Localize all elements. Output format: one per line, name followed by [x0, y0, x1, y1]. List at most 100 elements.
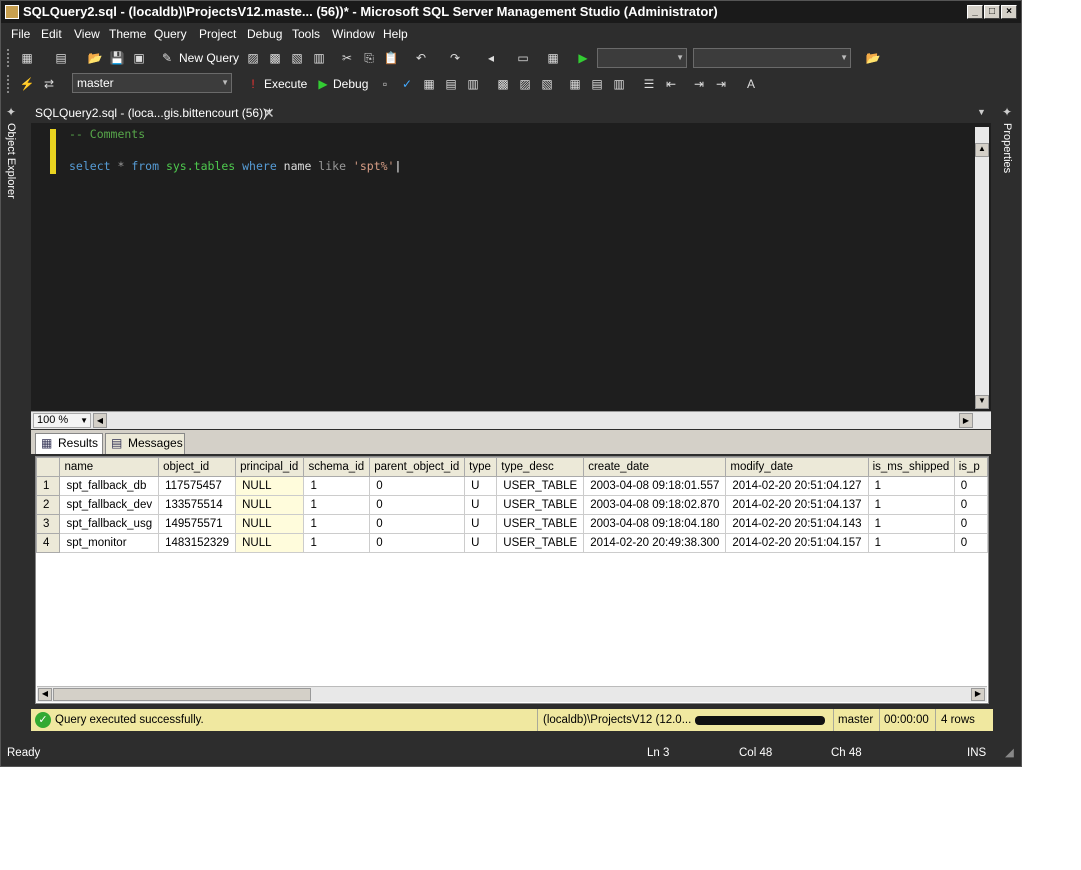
- include-plan-icon[interactable]: ▩: [495, 76, 511, 92]
- row-number[interactable]: 3: [36, 514, 61, 534]
- cell[interactable]: NULL: [235, 495, 305, 515]
- results-text-icon[interactable]: ▧: [539, 76, 555, 92]
- query-designer-icon[interactable]: ▤: [443, 76, 459, 92]
- menu-view[interactable]: View: [74, 27, 100, 41]
- db-engine-query-icon[interactable]: ▨: [245, 50, 261, 66]
- cell[interactable]: NULL: [235, 533, 305, 553]
- menu-query[interactable]: Query: [154, 27, 187, 41]
- table-row[interactable]: 3 spt_fallback_usg 149575571 NULL 1 0 U …: [36, 514, 988, 534]
- row-number[interactable]: 4: [36, 533, 61, 553]
- cell[interactable]: 117575457: [158, 476, 237, 496]
- menu-file[interactable]: File: [11, 27, 30, 41]
- xmla-query-icon[interactable]: ▥: [311, 50, 327, 66]
- close-button[interactable]: ×: [1001, 5, 1017, 19]
- col-header[interactable]: schema_id: [303, 457, 371, 477]
- cell[interactable]: 2014-02-20 20:51:04.143: [725, 514, 869, 534]
- menu-tools[interactable]: Tools: [292, 27, 320, 41]
- cell[interactable]: 0: [369, 533, 466, 553]
- table-row[interactable]: 1 spt_fallback_db 117575457 NULL 1 0 U U…: [36, 476, 988, 496]
- cell[interactable]: 1483152329: [158, 533, 237, 553]
- toolbar-grip[interactable]: [7, 75, 11, 93]
- cell[interactable]: 1: [867, 514, 955, 534]
- mdx-query-icon[interactable]: ▧: [289, 50, 305, 66]
- cell[interactable]: 1: [867, 533, 955, 553]
- cell[interactable]: spt_fallback_dev: [59, 495, 160, 515]
- cell[interactable]: 2014-02-20 20:49:38.300: [583, 533, 727, 553]
- cancel-query-icon[interactable]: ▫: [377, 76, 393, 92]
- query-editor[interactable]: -- Comments select * from sys.tables whe…: [31, 123, 991, 411]
- new-query-button[interactable]: New Query: [179, 51, 239, 65]
- cell[interactable]: 2014-02-20 20:51:04.137: [725, 495, 869, 515]
- col-header[interactable]: type: [464, 457, 498, 477]
- analysis-query-icon[interactable]: ▩: [267, 50, 283, 66]
- display-plan-icon[interactable]: ▦: [421, 76, 437, 92]
- toolbar-overflow-icon[interactable]: A: [743, 76, 759, 92]
- menu-theme[interactable]: Theme: [109, 27, 146, 41]
- copy-icon[interactable]: ⎘: [361, 50, 377, 66]
- execute-button[interactable]: Execute: [264, 77, 307, 91]
- col-header[interactable]: is_p: [953, 457, 988, 477]
- debug-icon[interactable]: ▶: [315, 76, 331, 92]
- open-file-icon[interactable]: 📂: [87, 50, 103, 66]
- cell[interactable]: 1: [303, 495, 371, 515]
- cell[interactable]: USER_TABLE: [496, 533, 585, 553]
- tab-dropdown-icon[interactable]: ▼: [977, 107, 986, 117]
- menu-window[interactable]: Window: [332, 27, 375, 41]
- scroll-thumb[interactable]: [53, 688, 311, 701]
- cell[interactable]: USER_TABLE: [496, 476, 585, 496]
- results-to-icon[interactable]: ▥: [465, 76, 481, 92]
- cell[interactable]: 1: [867, 476, 955, 496]
- cell[interactable]: spt_monitor: [59, 533, 160, 553]
- cell[interactable]: USER_TABLE: [496, 514, 585, 534]
- col-header[interactable]: principal_id: [235, 457, 305, 477]
- change-connection-icon[interactable]: ⇄: [41, 76, 57, 92]
- editor-vertical-scrollbar[interactable]: ▲ ▼: [975, 127, 989, 409]
- cell[interactable]: 2003-04-08 09:18:02.870: [583, 495, 727, 515]
- cell[interactable]: 2014-02-20 20:51:04.127: [725, 476, 869, 496]
- specify-values-icon[interactable]: ⇥: [713, 76, 729, 92]
- add-item-icon[interactable]: ▤: [53, 50, 69, 66]
- uncomment-icon[interactable]: ☰: [641, 76, 657, 92]
- increase-indent-icon[interactable]: ⇥: [691, 76, 707, 92]
- menu-project[interactable]: Project: [199, 27, 236, 41]
- comment-out-icon[interactable]: ▥: [611, 76, 627, 92]
- maximize-button[interactable]: □: [984, 5, 1000, 19]
- cell[interactable]: 1: [867, 495, 955, 515]
- corner-header[interactable]: [36, 457, 61, 477]
- object-explorer-tab[interactable]: Object Explorer: [5, 123, 17, 199]
- col-header[interactable]: create_date: [583, 457, 727, 477]
- cell[interactable]: 0: [369, 476, 466, 496]
- cell[interactable]: 0: [953, 495, 988, 515]
- menu-help[interactable]: Help: [383, 27, 408, 41]
- cell[interactable]: 133575514: [158, 495, 237, 515]
- scroll-right-icon[interactable]: ▶: [959, 413, 973, 428]
- cell[interactable]: 2003-04-08 09:18:01.557: [583, 476, 727, 496]
- pin-icon[interactable]: ✦: [6, 105, 16, 119]
- connect-icon[interactable]: ⚡: [19, 76, 35, 92]
- cell[interactable]: U: [464, 533, 498, 553]
- execute-icon[interactable]: !: [245, 76, 261, 92]
- cell[interactable]: NULL: [235, 476, 305, 496]
- paste-icon[interactable]: 📋: [383, 50, 399, 66]
- properties-rail[interactable]: ✦ Properties: [999, 101, 1019, 181]
- debug-button[interactable]: Debug: [333, 77, 368, 91]
- cell[interactable]: 0: [953, 476, 988, 496]
- toolbar-grip[interactable]: [7, 49, 11, 67]
- col-header[interactable]: name: [59, 457, 160, 477]
- cut-icon[interactable]: ✂: [339, 50, 355, 66]
- zoom-select[interactable]: 100 % ▼: [33, 413, 91, 428]
- resize-grip-icon[interactable]: ◢: [1005, 743, 1014, 763]
- scroll-right-icon[interactable]: ▶: [971, 688, 985, 701]
- cell[interactable]: U: [464, 476, 498, 496]
- tab-results[interactable]: ▦ Results: [35, 433, 103, 454]
- start-icon[interactable]: ▶: [575, 50, 591, 66]
- table-row[interactable]: 2 spt_fallback_dev 133575514 NULL 1 0 U …: [36, 495, 988, 515]
- decrease-indent-icon[interactable]: ⇤: [663, 76, 679, 92]
- menu-edit[interactable]: Edit: [41, 27, 62, 41]
- cell[interactable]: 1: [303, 514, 371, 534]
- scroll-left-icon[interactable]: ◀: [38, 688, 52, 701]
- cell[interactable]: 0: [953, 514, 988, 534]
- debug-target-icon[interactable]: ▭: [515, 50, 531, 66]
- cell[interactable]: 149575571: [158, 514, 237, 534]
- new-query-icon[interactable]: ✎: [159, 50, 175, 66]
